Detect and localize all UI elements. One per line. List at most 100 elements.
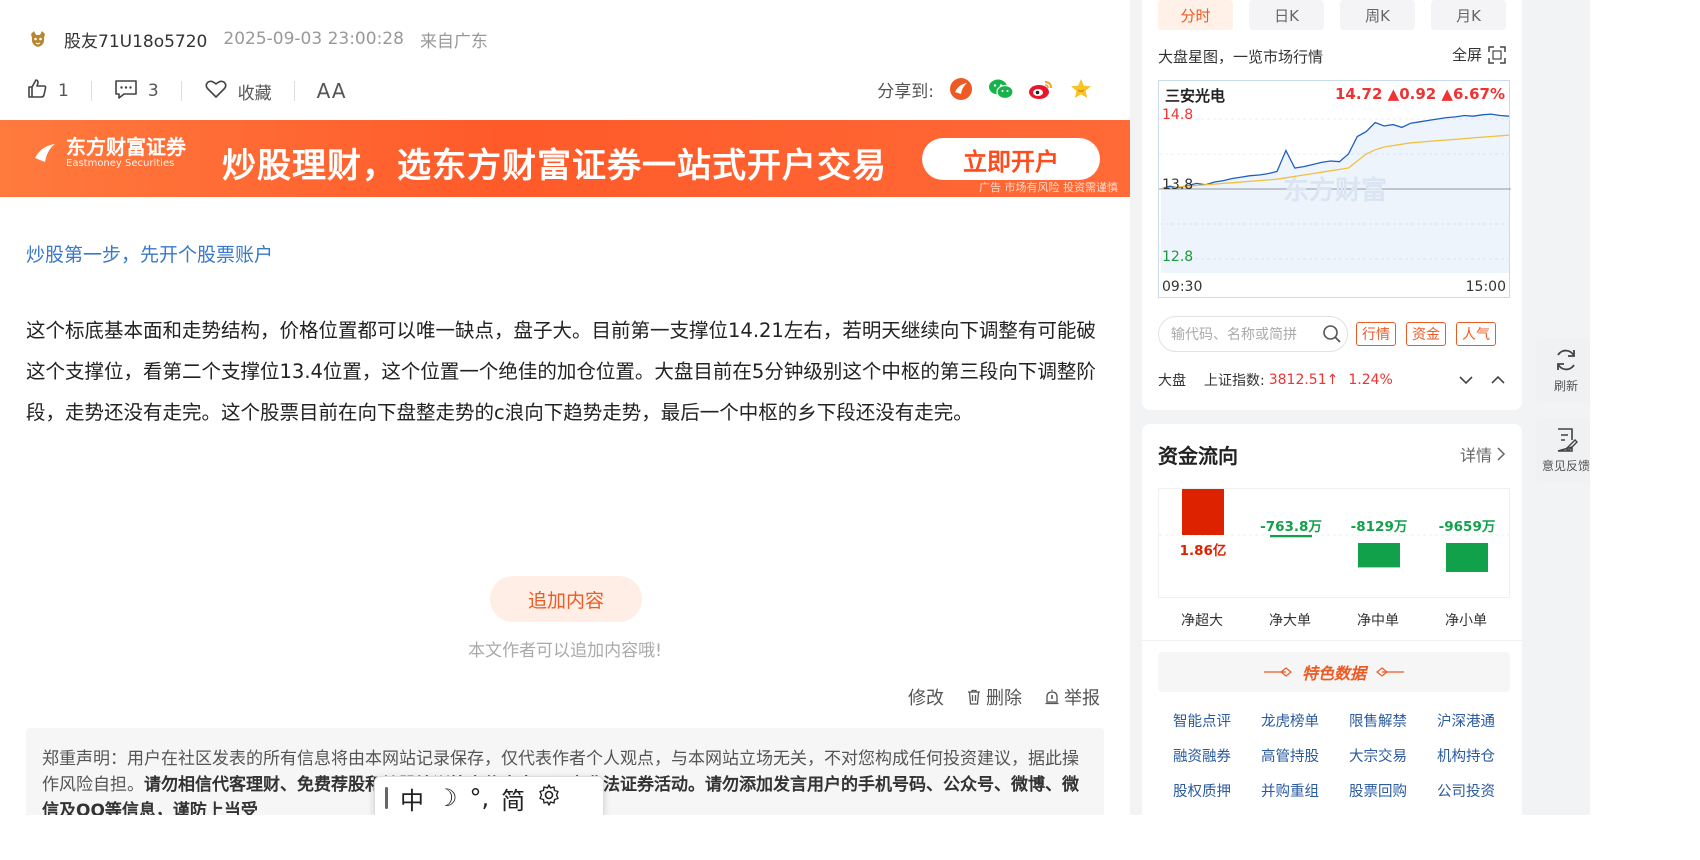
flow-cat-super-large: 净超大 (1181, 613, 1223, 629)
chevron-up-icon[interactable] (1490, 372, 1506, 388)
tag-quote[interactable]: 行情 (1356, 322, 1396, 346)
add-content-hint: 本文作者可以追加内容哦! (468, 641, 662, 661)
refresh-button[interactable]: 刷新 (1536, 338, 1590, 402)
search-icon[interactable] (1322, 324, 1342, 348)
capital-flow-detail-link[interactable]: 详情 (1460, 442, 1506, 466)
feedback-button[interactable]: 意见反馈 (1536, 418, 1590, 482)
tag-capital[interactable]: 资金 (1406, 322, 1446, 346)
feedback-icon (1557, 427, 1578, 452)
wechat-icon (989, 79, 1014, 100)
feature-link[interactable]: 沪深港通 (1422, 710, 1510, 731)
tab-monthly-k[interactable]: 月K (1431, 0, 1506, 30)
delete-button[interactable]: 删除 (966, 684, 1022, 710)
avatar[interactable] (26, 27, 50, 51)
trash-icon (968, 689, 980, 705)
edit-button[interactable]: 修改 (908, 684, 944, 710)
flow-cat-medium: 净中单 (1357, 613, 1399, 629)
share-eastmoney-button[interactable] (948, 76, 974, 102)
price-area (1161, 114, 1509, 273)
article-panel: 股友71U18o5720 2025-09-03 23:00:28 来自广东 1 … (0, 0, 1130, 815)
moon-icon[interactable]: ☽ (436, 784, 458, 812)
detail-label: 详情 (1459, 446, 1492, 465)
like-button[interactable]: 1 (26, 78, 69, 105)
intraday-chart-svg: 东方财富 (1159, 113, 1511, 273)
report-button[interactable]: 举报 (1044, 684, 1100, 710)
fullscreen-icon (1488, 45, 1506, 64)
index-prefix: 大盘 (1158, 373, 1186, 389)
feature-link[interactable]: 机构持仓 (1422, 745, 1510, 766)
divider (1142, 640, 1522, 641)
feature-link[interactable]: 大宗交易 (1334, 745, 1422, 766)
index-name: 上证指数: (1204, 373, 1265, 389)
comment-count: 3 (147, 81, 159, 101)
flow-value-label: 1.86亿 (1180, 542, 1227, 559)
y-tick-mid: 13.8 (1162, 177, 1194, 193)
star-icon (1071, 79, 1091, 98)
disclaimer-bold-1: 请勿相信代客理财、 (144, 775, 297, 795)
feature-data-links: 智能点评 龙虎榜单 限售解禁 沪深港通融资融券 高管持股 大宗交易 机构持仓股权质押 并购重组… (1158, 710, 1510, 815)
stock-quote: 14.72 ▲0.92 ▲6.67% (1334, 85, 1505, 103)
add-content-button[interactable]: 追加内容 (490, 576, 642, 622)
fullscreen-button[interactable]: 全屏 (1452, 44, 1506, 65)
feature-link[interactable]: 智能点评 (1158, 710, 1246, 731)
ime-mode-toggle[interactable]: 中 (400, 781, 424, 816)
kline-tabs: 分时 日K 周K 月K (1158, 0, 1506, 30)
share-weibo-button[interactable] (1028, 76, 1054, 102)
page: 股友71U18o5720 2025-09-03 23:00:28 来自广东 1 … (0, 0, 1590, 815)
divider (90, 81, 92, 101)
ime-toolbar[interactable]: 中 ☽ °, 简 (374, 776, 604, 815)
index-ticker[interactable]: 大盘 上证指数: 3812.51↑ 1.24% (1158, 370, 1393, 390)
report-label: 举报 (1064, 688, 1100, 709)
open-account-link[interactable]: 炒股第一步，先开个股票账户 (26, 240, 273, 267)
banner-note: 广告 市场有风险 投资需谨慎 (979, 181, 1118, 194)
share-star-button[interactable] (1068, 76, 1094, 102)
tag-popularity[interactable]: 人气 (1456, 322, 1496, 346)
comment-button[interactable]: 3 (114, 78, 159, 105)
tab-daily-k[interactable]: 日K (1249, 0, 1324, 30)
drag-handle[interactable] (385, 787, 388, 809)
font-size-button[interactable]: AA (317, 79, 347, 103)
share-label: 分享到: (877, 81, 934, 102)
feature-link[interactable]: 融资融券 (1158, 745, 1246, 766)
post-actions: 1 3 收藏 AA (26, 74, 347, 108)
open-account-button[interactable]: 立即开户 (922, 138, 1100, 180)
feature-link[interactable]: 高管持股 (1246, 745, 1334, 766)
ad-banner[interactable]: 东方财富证券 Eastmoney Securities 炒股理财，选东方财富证券… (0, 120, 1130, 197)
feature-link[interactable]: 龙虎榜单 (1246, 710, 1334, 731)
background (0, 815, 1700, 860)
gear-icon[interactable] (537, 783, 561, 813)
share-bar: 分享到: (877, 76, 1094, 102)
viewport: 股友71U18o5720 2025-09-03 23:00:28 来自广东 1 … (0, 0, 1700, 860)
sidebar: 分时 日K 周K 月K 大盘星图，一览市场行情 全屏 东方财富 三安光电 14.… (1142, 0, 1522, 815)
punctuation-toggle[interactable]: °, (470, 784, 490, 812)
feature-link[interactable]: 股权质押 (1158, 780, 1246, 801)
post-meta: 股友71U18o5720 2025-09-03 23:00:28 来自广东 (26, 24, 504, 54)
banner-logo: 东方财富证券 Eastmoney Securities (32, 136, 186, 170)
tab-weekly-k[interactable]: 周K (1340, 0, 1415, 30)
edit-label: 修改 (908, 688, 944, 709)
banner-slogan: 炒股理财，选东方财富证券一站式开户交易 (222, 146, 887, 186)
script-toggle[interactable]: 简 (501, 781, 525, 816)
eastmoney-icon (950, 78, 972, 100)
feature-link[interactable]: 并购重组 (1246, 780, 1334, 801)
weibo-icon (1029, 81, 1052, 99)
stock-search-input[interactable]: 输代码、名称或简拼 (1158, 316, 1348, 352)
intraday-chart[interactable]: 东方财富 三安光电 14.72 ▲0.92 ▲6.67% 14.8 13.8 1… (1158, 80, 1511, 298)
flow-cat-large: 净大单 (1269, 613, 1311, 629)
flow-value-label: -9659万 (1439, 519, 1496, 535)
author-name[interactable]: 股友71U18o5720 (64, 27, 207, 52)
feature-link[interactable]: 限售解禁 (1334, 710, 1422, 731)
stock-name[interactable]: 三安光电 (1165, 85, 1225, 106)
share-wechat-button[interactable] (988, 76, 1014, 102)
tab-intraday[interactable]: 分时 (1158, 0, 1233, 30)
flow-cat-small: 净小单 (1445, 613, 1487, 629)
feature-link[interactable]: 公司投资 (1422, 780, 1510, 801)
chevron-down-icon[interactable] (1458, 372, 1474, 388)
x-tick-close: 15:00 (1465, 279, 1506, 295)
favorite-button[interactable]: 收藏 (204, 78, 272, 105)
decor-right-icon (1376, 667, 1404, 677)
index-value: 3812.51↑ (1268, 372, 1339, 388)
decor-left-icon (1263, 667, 1292, 677)
feature-link[interactable]: 股票回购 (1334, 780, 1422, 801)
feature-data-title: 特色数据 (1301, 664, 1366, 683)
